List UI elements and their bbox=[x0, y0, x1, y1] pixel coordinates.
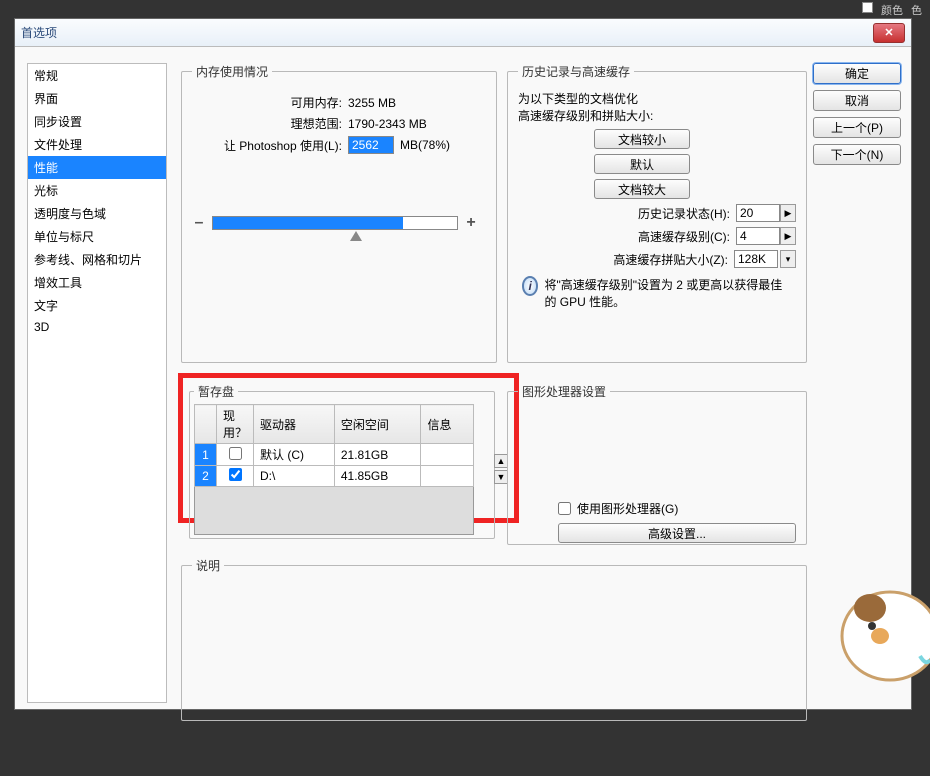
gpu-hint: 将"高速缓存级别"设置为 2 或更高以获得最佳的 GPU 性能。 bbox=[544, 276, 792, 310]
use-gpu-label: 使用图形处理器(G) bbox=[577, 500, 678, 517]
available-mem-value: 3255 MB bbox=[348, 96, 396, 110]
stepper-icon[interactable]: ▶ bbox=[780, 227, 796, 245]
info-icon: i bbox=[522, 276, 538, 296]
gpu-settings-group: 图形处理器设置 使用图形处理器(G) 高级设置... bbox=[507, 383, 807, 545]
sidebar-item[interactable]: 同步设置 bbox=[28, 110, 166, 133]
next-button[interactable]: 下一个(N) bbox=[813, 144, 901, 165]
chevron-down-icon[interactable]: ▾ bbox=[780, 250, 796, 268]
cancel-button[interactable]: 取消 bbox=[813, 90, 901, 111]
close-icon: ✕ bbox=[884, 26, 893, 39]
titlebar: 首选项 ✕ bbox=[15, 19, 911, 47]
cache-tile-dropdown[interactable] bbox=[734, 250, 778, 268]
dialog-title: 首选项 bbox=[21, 24, 57, 41]
available-mem-label: 可用内存: bbox=[192, 94, 342, 111]
scratch-disks-area: 暂存盘 现用？ 驱动器 空闲空间 信息 1默认 (C)21.81GB2D:\41… bbox=[189, 383, 508, 543]
slider-thumb-icon[interactable] bbox=[350, 231, 362, 241]
memory-usage-group: 内存使用情况 可用内存: 3255 MB 理想范围: 1790-2343 MB 让 … bbox=[181, 63, 497, 363]
ideal-range-value: 1790-2343 MB bbox=[348, 117, 427, 131]
history-intro2: 高速缓存级别和拼贴大小: bbox=[518, 107, 796, 124]
sidebar-item[interactable]: 参考线、网格和切片 bbox=[28, 248, 166, 271]
move-down-button[interactable]: ▼ bbox=[494, 470, 508, 484]
swatch-label: 色 bbox=[911, 2, 922, 16]
category-sidebar: 常规界面同步设置文件处理性能光标透明度与色域单位与标尺参考线、网格和切片增效工具… bbox=[27, 63, 167, 703]
memory-legend: 内存使用情况 bbox=[192, 63, 272, 80]
close-button[interactable]: ✕ bbox=[873, 23, 905, 43]
description-legend: 说明 bbox=[192, 557, 224, 574]
stepper-icon[interactable]: ▶ bbox=[780, 204, 796, 222]
table-row[interactable]: 2D:\41.85GB bbox=[195, 466, 474, 487]
ok-button[interactable]: 确定 bbox=[813, 63, 901, 84]
color-label: 颜色 bbox=[881, 2, 903, 16]
sidebar-item[interactable]: 性能 bbox=[28, 156, 166, 179]
reorder-buttons: ▲ ▼ bbox=[494, 454, 508, 484]
sidebar-item[interactable]: 文字 bbox=[28, 294, 166, 317]
let-use-label: 让 Photoshop 使用(L): bbox=[192, 137, 342, 154]
history-cache-group: 历史记录与高速缓存 为以下类型的文档优化 高速缓存级别和拼贴大小: 文档较小 默… bbox=[507, 63, 807, 363]
history-states-label: 历史记录状态(H): bbox=[638, 205, 730, 222]
default-button[interactable]: 默认 bbox=[594, 154, 690, 174]
ideal-range-label: 理想范围: bbox=[192, 115, 342, 132]
sidebar-item[interactable]: 增效工具 bbox=[28, 271, 166, 294]
col-free[interactable]: 空闲空间 bbox=[334, 405, 421, 444]
sidebar-item[interactable]: 界面 bbox=[28, 87, 166, 110]
scratch-table: 现用？ 驱动器 空闲空间 信息 1默认 (C)21.81GB2D:\41.85G… bbox=[194, 404, 474, 535]
move-up-button[interactable]: ▲ bbox=[494, 454, 508, 468]
description-group: 说明 bbox=[181, 557, 807, 721]
preferences-dialog: 首选项 ✕ 常规界面同步设置文件处理性能光标透明度与色域单位与标尺参考线、网格和… bbox=[14, 18, 912, 710]
scratch-disks-group: 暂存盘 现用？ 驱动器 空闲空间 信息 1默认 (C)21.81GB2D:\41… bbox=[189, 383, 495, 539]
cache-levels-input[interactable] bbox=[736, 227, 780, 245]
history-intro1: 为以下类型的文档优化 bbox=[518, 90, 796, 107]
gpu-legend: 图形处理器设置 bbox=[518, 383, 610, 400]
advanced-gpu-button[interactable]: 高级设置... bbox=[558, 523, 796, 543]
doc-small-button[interactable]: 文档较小 bbox=[594, 129, 690, 149]
col-active[interactable]: 现用？ bbox=[217, 405, 254, 444]
history-states-input[interactable] bbox=[736, 204, 780, 222]
app-topbar: 颜色 色 bbox=[854, 0, 930, 18]
sidebar-item[interactable]: 透明度与色域 bbox=[28, 202, 166, 225]
table-row[interactable]: 1默认 (C)21.81GB bbox=[195, 444, 474, 466]
minus-icon[interactable]: – bbox=[192, 214, 206, 232]
use-gpu-checkbox[interactable] bbox=[558, 502, 571, 515]
cache-levels-label: 高速缓存级别(C): bbox=[638, 228, 730, 245]
scratch-legend: 暂存盘 bbox=[194, 383, 238, 400]
slider-fill bbox=[213, 217, 403, 229]
col-drive[interactable]: 驱动器 bbox=[254, 405, 335, 444]
memory-unit: MB(78%) bbox=[400, 138, 450, 152]
scratch-free: 21.81GB bbox=[334, 444, 421, 466]
memory-value-input[interactable] bbox=[348, 136, 394, 154]
doc-large-button[interactable]: 文档较大 bbox=[594, 179, 690, 199]
scratch-active-checkbox[interactable] bbox=[229, 468, 242, 481]
history-legend: 历史记录与高速缓存 bbox=[518, 63, 634, 80]
sidebar-item[interactable]: 常规 bbox=[28, 64, 166, 87]
col-info[interactable]: 信息 bbox=[421, 405, 474, 444]
swatch-icon bbox=[862, 2, 873, 13]
scratch-drive: 默认 (C) bbox=[254, 444, 335, 466]
sidebar-item[interactable]: 文件处理 bbox=[28, 133, 166, 156]
scratch-free: 41.85GB bbox=[334, 466, 421, 487]
plus-icon[interactable]: + bbox=[464, 214, 478, 232]
scratch-active-checkbox[interactable] bbox=[229, 447, 242, 460]
prev-button[interactable]: 上一个(P) bbox=[813, 117, 901, 138]
memory-slider[interactable] bbox=[212, 216, 458, 230]
dialog-buttons: 确定 取消 上一个(P) 下一个(N) bbox=[813, 63, 901, 165]
sidebar-item[interactable]: 单位与标尺 bbox=[28, 225, 166, 248]
sidebar-item[interactable]: 光标 bbox=[28, 179, 166, 202]
cache-tile-label: 高速缓存拼贴大小(Z): bbox=[613, 251, 728, 268]
scratch-drive: D:\ bbox=[254, 466, 335, 487]
mascot-image bbox=[830, 566, 930, 686]
dialog-body: 常规界面同步设置文件处理性能光标透明度与色域单位与标尺参考线、网格和切片增效工具… bbox=[15, 47, 911, 709]
sidebar-item[interactable]: 3D bbox=[28, 317, 166, 337]
